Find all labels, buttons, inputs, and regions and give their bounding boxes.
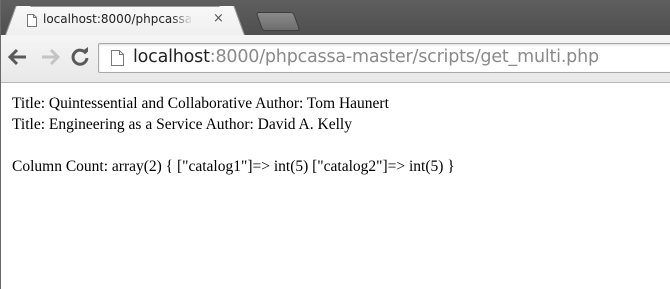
back-button[interactable] [5,44,31,70]
reload-icon [71,47,89,66]
page-icon [111,50,124,66]
browser-window: localhost:8000/phpcassa-master/scripts/g… [0,0,670,289]
reload-button[interactable] [67,44,93,70]
arrow-right-icon [42,48,60,66]
line-break [12,135,455,156]
toolbar: localhost:8000/phpcassa-master/scripts/g… [1,35,670,83]
page-content: Title: Quintessential and Collaborative … [12,93,455,177]
url-host: localhost [133,47,210,67]
new-tab-button[interactable] [255,12,301,31]
result-line-1: Title: Quintessential and Collaborative … [12,95,389,112]
tab-close-button[interactable]: × [213,11,224,26]
result-line-2: Title: Engineering as a Service Author: … [12,116,352,133]
address-bar[interactable]: localhost:8000/phpcassa-master/scripts/g… [98,43,670,73]
tab-active[interactable]: localhost:8000/phpcassa-master/scripts/g… [14,6,236,35]
tab-strip: localhost:8000/phpcassa-master/scripts/g… [1,0,670,35]
forward-button[interactable] [37,44,63,70]
arrow-left-icon [8,48,26,66]
column-count-line: Column Count: array(2) { ["catalog1"]=> … [12,158,455,175]
url-path: :8000/phpcassa-master/scripts/get_multi.… [209,47,599,67]
url-text: localhost:8000/phpcassa-master/scripts/g… [133,47,599,67]
tab-title: localhost:8000/phpcassa-master/scripts/g… [43,12,193,26]
page-icon [27,14,37,27]
